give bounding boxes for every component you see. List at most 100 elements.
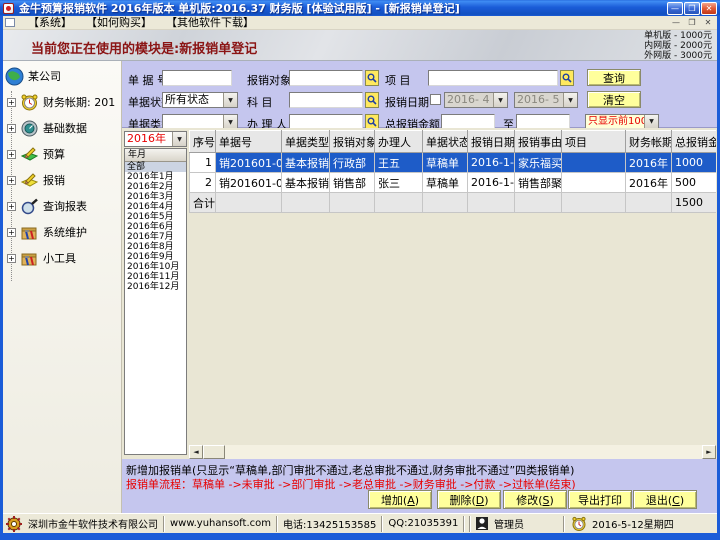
chevron-down-icon[interactable]: ▼	[563, 93, 577, 107]
tree-root-company[interactable]: 某公司	[5, 65, 61, 87]
query-button[interactable]: 查询	[587, 69, 641, 86]
close-button[interactable]: ✕	[701, 2, 717, 15]
year-combo[interactable]: 2016年 ▼	[124, 131, 187, 147]
tree-item-budget[interactable]: + 预算	[7, 143, 65, 165]
child-minimize-button[interactable]: —	[669, 17, 683, 29]
status-combo[interactable]: 所有状态 ▼	[162, 92, 238, 108]
date-from-combo[interactable]: 2016- 4 -12 ▼	[444, 92, 508, 108]
child-restore-button[interactable]: ❐	[685, 17, 699, 29]
target-search-button[interactable]	[365, 70, 379, 86]
col-header[interactable]: 报销对象	[330, 131, 375, 153]
cell: 草稿单	[423, 173, 468, 193]
maximize-button[interactable]: ❐	[684, 2, 700, 15]
project-input[interactable]	[428, 70, 558, 86]
col-header[interactable]: 单据状态	[423, 131, 468, 153]
expand-plus-icon[interactable]: +	[7, 228, 16, 237]
cell: 基本报销单	[282, 173, 330, 193]
chevron-down-icon[interactable]: ▼	[493, 93, 507, 107]
month-item[interactable]: 2016年7月	[125, 232, 186, 242]
month-item[interactable]: 2016年5月	[125, 212, 186, 222]
scroll-left-icon[interactable]: ◄	[189, 445, 203, 459]
col-header[interactable]: 单据类型	[282, 131, 330, 153]
date-filter-checkbox[interactable]	[430, 94, 441, 105]
record-limit-combo[interactable]: 只显示前100条记录 ▼	[585, 114, 659, 129]
cell: 销售部聚会	[515, 173, 562, 193]
chevron-down-icon[interactable]: ▼	[223, 93, 237, 107]
modify-button[interactable]: 修改(S)	[503, 490, 567, 509]
expand-plus-icon[interactable]: +	[7, 98, 16, 107]
month-item[interactable]: 2016年8月	[125, 242, 186, 252]
price-line: 单机版 - 1000元	[644, 31, 712, 41]
price-list: 单机版 - 1000元 内网版 - 2000元 外网版 - 3000元	[644, 31, 712, 61]
expand-plus-icon[interactable]: +	[7, 124, 16, 133]
col-header[interactable]: 报销事由	[515, 131, 562, 153]
tree-item-base-data[interactable]: + 基础数据	[7, 117, 87, 139]
subject-input[interactable]	[289, 92, 363, 108]
delete-button[interactable]: 删除(D)	[437, 490, 501, 509]
month-item[interactable]: 2016年6月	[125, 222, 186, 232]
clear-button[interactable]: 清空	[587, 91, 641, 108]
col-header[interactable]: 报销日期	[468, 131, 515, 153]
col-header[interactable]: 办理人	[375, 131, 423, 153]
window-border	[0, 16, 3, 540]
tree-item-system-maintain[interactable]: + 系统维护	[7, 221, 87, 243]
export-print-button[interactable]: 导出打印	[568, 490, 632, 509]
date-to-value: 2016- 5 -12	[515, 93, 563, 107]
tree-item-label: 基础数据	[43, 120, 87, 136]
module-banner: 当前您正在使用的模块是:新报销单登记 单机版 - 1000元 内网版 - 200…	[3, 30, 717, 61]
tree-item-reimburse[interactable]: + 报销	[7, 169, 65, 191]
grid-row[interactable]: 2 销201601-00004 基本报销单 销售部 张三 草稿单 2016-1-…	[190, 173, 717, 193]
tree-item-small-tools[interactable]: + 小工具	[7, 247, 76, 269]
doc-no-input[interactable]	[162, 70, 232, 86]
month-item[interactable]: 2016年3月	[125, 192, 186, 202]
scroll-right-icon[interactable]: ►	[702, 445, 716, 459]
col-header[interactable]: 序号	[190, 131, 216, 153]
project-search-button[interactable]	[560, 70, 574, 86]
cell: 王五	[375, 153, 423, 173]
month-item[interactable]: 2016年9月	[125, 252, 186, 262]
col-header[interactable]: 总报销金额	[672, 131, 717, 153]
date-to-combo[interactable]: 2016- 5 -12 ▼	[514, 92, 578, 108]
menu-system[interactable]: 【系统】	[21, 16, 79, 29]
cell: 草稿单	[423, 153, 468, 173]
expand-plus-icon[interactable]: +	[7, 202, 16, 211]
current-module-text: 当前您正在使用的模块是:新报销单登记	[31, 38, 257, 57]
chevron-down-icon[interactable]: ▼	[172, 132, 186, 146]
cell: 500	[672, 173, 717, 193]
child-window-icon[interactable]	[5, 18, 15, 27]
expand-plus-icon[interactable]: +	[7, 254, 16, 263]
tree-item-fiscal-period[interactable]: + 财务帐期: 201	[7, 91, 115, 113]
month-item[interactable]: 2016年1月	[125, 172, 186, 182]
grid-row-selected[interactable]: 1 销201601-00005 基本报销单 行政部 王五 草稿单 2016-1-…	[190, 153, 717, 173]
scrollbar-thumb[interactable]	[203, 445, 225, 459]
month-item[interactable]: 全部	[125, 162, 186, 172]
tree-item-query-report[interactable]: + 查询报表	[7, 195, 87, 217]
col-header[interactable]: 单据号	[216, 131, 282, 153]
expand-plus-icon[interactable]: +	[7, 150, 16, 159]
month-item[interactable]: 2016年4月	[125, 202, 186, 212]
add-button[interactable]: 增加(A)	[368, 490, 432, 509]
subject-search-button[interactable]	[365, 92, 379, 108]
month-item[interactable]: 2016年11月	[125, 272, 186, 282]
target-input[interactable]	[289, 70, 363, 86]
footer-panel: 新增加报销单(只显示“草稿单,部门审批不通过,老总审批不通过,财务审批不通过”四…	[122, 459, 717, 513]
menu-how-to-buy[interactable]: 【如何购买】	[79, 16, 159, 29]
expand-plus-icon[interactable]: +	[7, 176, 16, 185]
child-close-button[interactable]: ✕	[701, 17, 715, 29]
minimize-button[interactable]: —	[667, 2, 683, 15]
month-item[interactable]: 2016年2月	[125, 182, 186, 192]
type-combo-value	[163, 115, 223, 129]
month-item[interactable]: 2016年12月	[125, 282, 186, 292]
current-user: 管理员	[494, 516, 524, 531]
col-header[interactable]: 项目	[562, 131, 626, 153]
col-header[interactable]: 财务帐期	[626, 131, 672, 153]
chevron-down-icon[interactable]: ▼	[223, 115, 237, 129]
exit-button[interactable]: 退出(C)	[633, 490, 697, 509]
tree-item-label: 财务帐期: 201	[43, 94, 115, 110]
month-item[interactable]: 2016年10月	[125, 262, 186, 272]
menu-other-downloads[interactable]: 【其他软件下载】	[159, 16, 261, 29]
date-label: 报销日期	[385, 94, 429, 110]
scrollbar-track[interactable]	[225, 445, 702, 459]
chevron-down-icon[interactable]: ▼	[644, 115, 658, 128]
month-list-header: 年月	[125, 149, 186, 162]
